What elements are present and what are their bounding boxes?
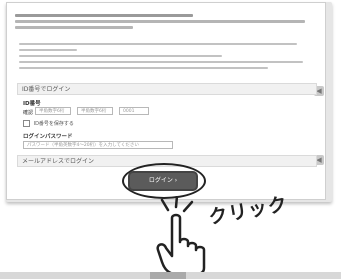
note-line [19, 55, 222, 57]
intro-line [15, 26, 134, 29]
remember-id-row[interactable]: ID番号を保存する [23, 120, 74, 127]
remember-id-checkbox[interactable] [23, 120, 30, 127]
note-line [19, 67, 269, 69]
id-prefix-label: 確認 [23, 110, 34, 116]
password-label: ログインパスワード [23, 134, 73, 140]
intro-line [15, 20, 306, 23]
notes-list [19, 39, 309, 73]
id-login-section-header[interactable]: ID番号でログイン [17, 83, 317, 95]
intro-line [15, 14, 193, 17]
login-button-label: ログイン [148, 177, 173, 184]
email-login-section-title: メールアドレスでログイン [22, 158, 95, 165]
remember-id-label: ID番号を保存する [33, 121, 74, 127]
password-field[interactable]: パスワード（半角英数字4〜20桁）を入力してください [23, 141, 173, 149]
note-line [19, 43, 298, 45]
footer-tab [150, 272, 186, 279]
id-field-2[interactable]: 半角数字6桁 [77, 107, 113, 115]
id-field-1[interactable]: 半角数字6桁 [35, 107, 71, 115]
chevron-right-icon: › [174, 177, 178, 184]
id-login-section-title: ID番号でログイン [22, 86, 71, 93]
login-button[interactable]: ログイン › [130, 173, 196, 189]
intro-text [15, 11, 311, 32]
id-number-label: ID番号 [23, 101, 41, 107]
id-field-3[interactable]: 0001 [119, 107, 149, 115]
note-line [19, 49, 77, 51]
note-line [19, 61, 304, 63]
